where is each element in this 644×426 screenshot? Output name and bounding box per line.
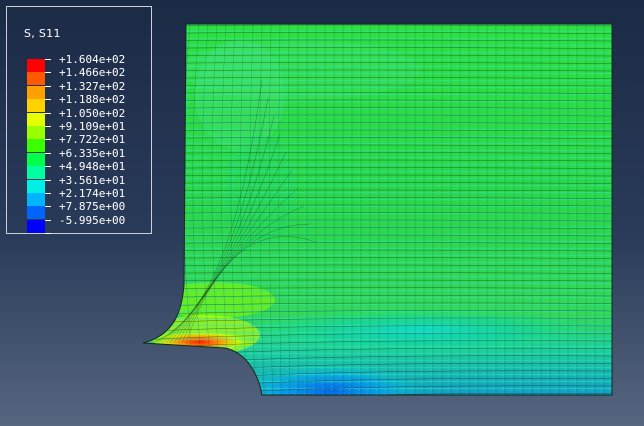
legend-label: +7.875e+00	[59, 200, 126, 214]
legend-label: -5.995e+00	[59, 213, 126, 227]
legend-swatch	[27, 126, 45, 139]
legend-swatch	[27, 139, 45, 153]
legend-label: +1.604e+02	[59, 53, 126, 66]
legend-label: +2.174e+01	[59, 187, 126, 200]
legend-swatch	[27, 206, 45, 220]
legend-tick	[45, 72, 51, 74]
legend-label: +3.561e+01	[59, 173, 126, 187]
legend-tick	[45, 85, 51, 87]
legend-tick	[45, 112, 51, 114]
legend-label: +6.335e+01	[59, 146, 126, 160]
legend-swatch	[27, 152, 45, 166]
fe-model[interactable]	[140, 20, 620, 415]
legend-tick	[45, 126, 51, 127]
legend-panel: S, S11 +1.604e+02 +1.466e+02 +1.327e+02 +1.…	[6, 6, 152, 235]
legend-tick	[45, 179, 51, 181]
legend-swatch	[27, 166, 45, 180]
legend-title: S, S11	[24, 27, 61, 40]
legend-tick	[45, 99, 51, 101]
legend-swatch	[27, 179, 45, 193]
legend-swatch	[27, 219, 45, 233]
legend-swatch	[27, 193, 45, 206]
legend-tick	[45, 193, 51, 194]
legend-tick	[45, 233, 51, 235]
legend-label: +1.466e+02	[59, 66, 126, 80]
legend-swatch	[27, 99, 45, 113]
legend-tick	[45, 152, 51, 154]
legend-label: +7.722e+01	[59, 133, 126, 147]
legend-label: +1.188e+02	[59, 93, 126, 107]
legend-tick	[45, 206, 51, 208]
legend-tick	[45, 139, 51, 141]
legend-label: +9.109e+01	[59, 120, 126, 133]
legend-swatch	[27, 59, 45, 72]
legend-tick	[45, 166, 51, 168]
legend-label: +4.948e+01	[59, 160, 126, 174]
stress-contours	[143, 24, 612, 395]
legend-swatch	[27, 112, 45, 126]
legend-swatch	[27, 85, 45, 99]
legend-label: +1.050e+02	[59, 106, 126, 120]
legend-swatch	[27, 72, 45, 86]
legend-tick	[45, 59, 51, 60]
legend-tick	[45, 219, 51, 221]
legend-label: +1.327e+02	[59, 79, 126, 93]
